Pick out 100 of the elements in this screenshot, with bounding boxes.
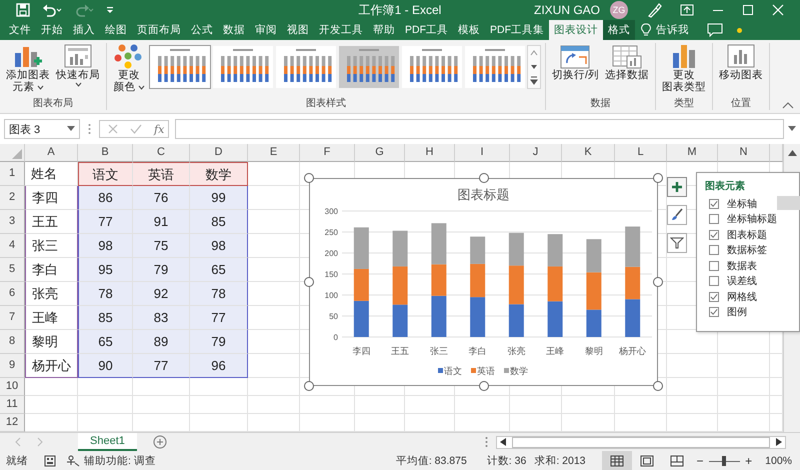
checkbox[interactable] <box>709 245 719 256</box>
ribbon-tab[interactable]: 插入 <box>68 20 100 40</box>
checkbox-label[interactable]: 误差线 <box>727 274 757 288</box>
zoom-out-button[interactable]: − <box>696 454 704 468</box>
chart-area[interactable]: 图表标题 0 50 100 150 200 250 300 李四 王五 张三 李白 张亮 王峰 黎明 杨开心 语文 英语 数学 <box>309 178 658 386</box>
ribbon-button[interactable]: 快速布局 <box>54 43 102 87</box>
accessibility-status[interactable]: 辅助功能: 调查 <box>66 454 156 468</box>
checkbox[interactable] <box>709 260 719 271</box>
maximize-icon[interactable] <box>742 4 754 16</box>
collapse-ribbon-icon[interactable] <box>782 101 794 109</box>
row-header[interactable]: 10 <box>0 378 25 396</box>
row-header[interactable]: 3 <box>0 210 25 234</box>
name-box[interactable]: 图表 3 <box>4 119 80 139</box>
checkbox-label[interactable]: 数据标签 <box>727 243 767 258</box>
macro-record-icon[interactable] <box>44 454 56 466</box>
checkbox[interactable] <box>709 292 719 302</box>
chart-style-thumbnail[interactable] <box>212 45 274 89</box>
scroll-left-icon[interactable] <box>500 438 506 446</box>
column-header[interactable]: A <box>25 144 78 162</box>
resize-handle[interactable] <box>653 277 663 287</box>
ribbon-tab[interactable]: 数据 <box>218 20 250 40</box>
chart-element-button[interactable] <box>667 205 687 225</box>
ribbon-tab[interactable]: 审阅 <box>250 20 282 40</box>
save-icon[interactable] <box>16 3 30 17</box>
column-header[interactable]: K <box>562 144 615 162</box>
checkbox-label[interactable]: 图表标题 <box>727 228 767 242</box>
scroll-up-arrow-icon[interactable] <box>788 150 796 156</box>
chart-title[interactable]: 图表标题 <box>458 187 510 202</box>
customize-caret-icon[interactable] <box>106 4 114 16</box>
checkbox-label[interactable]: 坐标轴 <box>727 196 757 211</box>
ribbon-tab[interactable]: 格式 <box>603 20 635 40</box>
ribbon-tab[interactable]: 视图 <box>282 20 314 40</box>
column-header[interactable]: L <box>615 144 667 162</box>
ribbon-button[interactable]: 移动图表 <box>716 43 765 81</box>
add-sheet-icon[interactable] <box>152 435 167 449</box>
ribbon-button[interactable]: 添加图表 元素 <box>4 43 52 93</box>
scroll-right-icon[interactable] <box>776 438 782 446</box>
column-header[interactable]: D <box>190 144 248 162</box>
checkbox[interactable] <box>709 276 719 286</box>
ribbon-tab[interactable]: PDF工具 <box>400 20 453 40</box>
ribbon-tab[interactable]: 公式 <box>186 20 218 40</box>
ribbon-tab[interactable]: 文件 <box>4 20 36 40</box>
column-header[interactable]: C <box>133 144 190 162</box>
tell-me-search[interactable]: 告诉我 <box>635 20 695 40</box>
ribbon-button[interactable]: 切换行/列 <box>550 43 601 81</box>
column-header[interactable]: H <box>405 144 455 162</box>
row-header[interactable]: 5 <box>0 258 25 282</box>
ribbon-tab[interactable]: 页面布局 <box>132 20 186 40</box>
insert-function-button[interactable]: fx <box>154 122 164 136</box>
checkbox-label[interactable]: 坐标轴标题 <box>727 212 777 226</box>
column-header[interactable]: M <box>667 144 718 162</box>
expand-formula-icon[interactable] <box>788 126 796 132</box>
column-header[interactable]: I <box>455 144 510 162</box>
split-grip-icon[interactable] <box>484 436 488 448</box>
checkbox[interactable] <box>709 307 719 318</box>
zoom-level[interactable]: 100% <box>765 454 792 466</box>
comment-icon[interactable] <box>707 23 723 37</box>
close-icon[interactable] <box>772 4 784 16</box>
horizontal-scrollbar[interactable] <box>496 436 786 448</box>
ribbon-tab[interactable]: 开始 <box>36 20 68 40</box>
ribbon-tab[interactable]: 模板 <box>453 20 485 40</box>
sheet-tab[interactable]: Sheet1 <box>78 432 137 450</box>
ribbon-tab[interactable]: 图表设计 <box>549 20 603 40</box>
checkbox[interactable] <box>709 198 719 209</box>
resize-handle[interactable] <box>304 381 314 391</box>
undo-icon[interactable] <box>42 3 62 17</box>
column-header[interactable]: N <box>718 144 770 162</box>
ribbon-tab[interactable]: 绘图 <box>100 20 132 40</box>
checkbox[interactable] <box>709 230 719 240</box>
chart-style-thumbnail[interactable] <box>401 45 463 89</box>
resize-handle[interactable] <box>304 173 314 183</box>
column-header[interactable]: F <box>300 144 355 162</box>
column-header[interactable]: J <box>510 144 562 162</box>
column-header[interactable]: E <box>248 144 300 162</box>
chart-style-thumbnail[interactable] <box>464 45 526 89</box>
chart-style-thumbnail[interactable] <box>338 45 400 89</box>
ribbon-button[interactable]: 更改 颜色 <box>111 43 147 93</box>
row-header[interactable]: 2 <box>0 186 25 210</box>
row-header[interactable]: 11 <box>0 396 25 414</box>
row-header[interactable]: 12 <box>0 414 25 432</box>
ribbon-tab[interactable]: PDF工具集 <box>485 20 549 40</box>
ribbon-button[interactable]: 更改 图表类型 <box>660 43 708 93</box>
checkbox-label[interactable]: 数据表 <box>727 258 757 273</box>
view-button[interactable] <box>602 451 632 470</box>
resize-handle[interactable] <box>304 277 314 287</box>
zoom-in-button[interactable]: + <box>745 454 752 468</box>
resize-handle[interactable] <box>653 381 663 391</box>
resize-handle[interactable] <box>478 173 488 183</box>
row-header[interactable]: 1 <box>0 162 25 186</box>
row-header[interactable]: 6 <box>0 282 25 306</box>
chart-element-button[interactable] <box>667 177 687 197</box>
checkbox[interactable] <box>709 214 719 224</box>
ribbon-button[interactable]: 选择数据 <box>602 43 651 81</box>
row-header[interactable]: 7 <box>0 306 25 330</box>
column-header[interactable]: G <box>355 144 405 162</box>
chart-style-thumbnail[interactable] <box>275 45 337 89</box>
ribbon-display-icon[interactable] <box>680 4 694 16</box>
pen-icon[interactable] <box>646 2 662 18</box>
ribbon-tab[interactable]: 帮助 <box>368 20 400 40</box>
checkbox-label[interactable]: 图例 <box>727 305 747 320</box>
